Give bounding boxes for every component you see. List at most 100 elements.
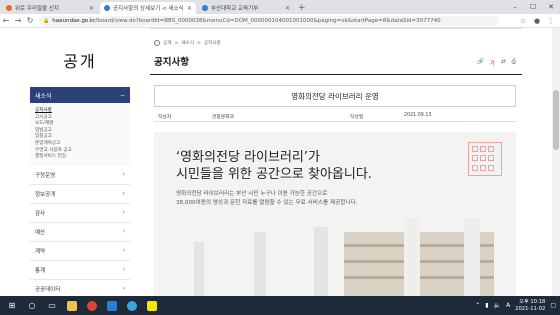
sidebar-item-label: 공공데이터 [35, 286, 61, 293]
sub-item-sale[interactable]: 분양계획공고 [35, 141, 130, 148]
task-view-icon[interactable]: ▭ [44, 299, 60, 313]
link-icon[interactable]: 🔗 [477, 59, 484, 67]
breadcrumb-item[interactable]: 새소식 [181, 40, 194, 46]
background-pillar [194, 242, 204, 296]
browser-tab-1[interactable]: 위로 우리말을 선지 ✕ [2, 2, 98, 14]
sidebar-item-label: 예산 [35, 229, 46, 236]
breadcrumb-item[interactable]: 공지사항 [204, 40, 221, 46]
window-controls: – ☐ ✕ [506, 0, 560, 14]
tab-close-icon[interactable]: ✕ [285, 5, 290, 12]
post-image: ‘영화의전당 라이브러리’가 시민들을 위한 공간으로 찾아옵니다. 영화의전당… [154, 132, 516, 296]
sidebar-item-label: 계약 [35, 248, 46, 255]
browser-tab-2[interactable]: 공지사항의 상세보기 < 새소식 ✕ [100, 2, 196, 14]
star-icon[interactable]: ☆ [518, 17, 528, 25]
page-scrollbar[interactable] [552, 28, 560, 296]
clock-time: 10:18 [530, 299, 546, 305]
breadcrumb-item[interactable]: 공개 [163, 40, 171, 46]
scrollbar-thumb[interactable] [553, 90, 559, 150]
sidebar-item-public-data[interactable]: 공공데이터 › [30, 280, 130, 296]
main-content: 공개 > 새소식 > 공지사항 공지사항 🔗 가 ⇄ ⎙ 영화의전당 라이브러리… [150, 28, 522, 296]
lock-icon: 🔒 [43, 17, 50, 24]
sub-item-charter[interactable]: 행정서비스 헌장 [35, 154, 130, 161]
sidebar-item-audit[interactable]: 감사 › [30, 204, 130, 223]
background-pillar [314, 227, 328, 296]
tab-favicon-icon [104, 5, 110, 11]
poster-headline: ‘영화의전당 라이브러리’가 시민들을 위한 공간으로 찾아옵니다. [176, 149, 372, 183]
sidebar-item-administration[interactable]: 구정운영 › [30, 166, 130, 185]
headline-line: ‘영화의전당 라이브러리’가 [176, 150, 320, 165]
kakaotalk-icon[interactable] [144, 299, 160, 313]
sidebar-sub-menu: 공지사항 고시공고 보도/해명 입법공고 입찰공고 분양계획공고 무연고 사망자… [30, 103, 130, 166]
sidebar-item-budget[interactable]: 예산 › [30, 223, 130, 242]
sub-item-notice[interactable]: 공지사항 [35, 108, 130, 115]
tab-favicon-icon [202, 5, 208, 11]
sidebar-item-statistics[interactable]: 통계 › [30, 261, 130, 280]
chevron-right-icon: › [122, 228, 125, 236]
font-size-button[interactable]: 가 [490, 59, 495, 67]
back-arrow-icon[interactable]: ← [0, 16, 12, 25]
sidebar-item-contract[interactable]: 계약 › [30, 242, 130, 261]
clock-date: 2021-11-02 [515, 305, 546, 312]
profile-icon[interactable]: ● [532, 17, 542, 25]
edge-icon[interactable] [124, 299, 140, 313]
forward-arrow-icon[interactable]: → [12, 16, 24, 25]
chevron-right-icon: › [122, 171, 125, 179]
clock[interactable]: 오후 10:18 2021-11-02 [515, 299, 545, 312]
network-icon[interactable]: ▮ [485, 302, 488, 309]
sidebar-item-label: 정보공개 [35, 191, 56, 198]
language-indicator[interactable]: A [506, 302, 510, 309]
tab-title: 공지사항의 상세보기 < 새소식 [113, 6, 184, 12]
sub-item-bidding[interactable]: 입찰공고 [35, 134, 130, 141]
menu-dots-icon[interactable]: ⋮ [546, 17, 556, 25]
explorer-icon[interactable] [64, 299, 80, 313]
web-page: 공개 새소식 − 공지사항 고시공고 보도/해명 입법공고 입찰공고 분양계획공… [0, 28, 560, 296]
chevron-right-icon: › [122, 209, 125, 217]
minus-icon: − [119, 91, 125, 99]
divider [150, 74, 522, 75]
post-title: 영화의전당 라이브러리 운영 [154, 85, 516, 107]
tray-chevron-icon[interactable]: ⌃ [475, 302, 480, 309]
sidebar-section-news[interactable]: 새소식 − [30, 87, 130, 103]
description-line: 영화의전당 라이브러리는 부산 시민 누구나 이용 가능한 공간으로 [176, 191, 328, 197]
chevron-right-icon: › [122, 285, 125, 293]
sidebar-item-disclosure[interactable]: 정보공개 › [30, 185, 130, 204]
chevron-right-icon: › [122, 190, 125, 198]
description-line: 38,000여종의 영상과 문헌 자료를 열람할 수 있는 무료 서비스를 제공… [176, 200, 358, 206]
left-sidebar: 공개 새소식 − 공지사항 고시공고 보도/해명 입법공고 입찰공고 분양계획공… [30, 28, 130, 296]
sub-item-press[interactable]: 보도/해명 [35, 121, 130, 128]
browser-tab-strip: 위로 우리말을 선지 ✕ 공지사항의 상세보기 < 새소식 ✕ 부산대학교 교육… [0, 0, 560, 14]
sidebar-title: 공개 [63, 52, 97, 71]
url-path: /board/view.do?boardId=BBS_0000038&menuC… [95, 17, 441, 24]
volume-icon[interactable]: 🔈 [494, 302, 501, 309]
new-tab-button[interactable]: + [298, 2, 306, 14]
minimize-icon[interactable]: – [506, 0, 524, 14]
sidebar-section-label: 새소식 [35, 92, 52, 100]
chrome-icon[interactable] [84, 299, 100, 313]
print-icon[interactable]: ⎙ [512, 59, 516, 67]
address-toolbar: ← → ↻ 🔒 haeundae.go.kr/board/view.do?boa… [0, 14, 560, 28]
tab-title: 위로 우리말을 선지 [15, 6, 59, 12]
background-pillar [404, 218, 420, 296]
library-logo-icon [468, 142, 502, 176]
home-icon[interactable] [154, 40, 160, 46]
hwp-icon[interactable] [104, 299, 120, 313]
share-icon[interactable]: ⇄ [501, 59, 506, 67]
windows-start-icon[interactable]: ⊞ [4, 299, 20, 313]
page-tools: 🔗 가 ⇄ ⎙ [477, 59, 516, 67]
notification-icon[interactable]: ▢ [550, 302, 556, 309]
close-window-icon[interactable]: ✕ [542, 0, 560, 14]
maximize-icon[interactable]: ☐ [524, 0, 542, 14]
tab-close-icon[interactable]: ✕ [89, 5, 94, 12]
clock-ampm: 오후 [519, 299, 529, 305]
tab-close-icon[interactable]: ✕ [187, 5, 192, 12]
background-pillar [464, 218, 480, 296]
search-icon[interactable]: ○ [24, 299, 40, 313]
chevron-right-icon: › [122, 266, 125, 274]
poster-description: 영화의전당 라이브러리는 부산 시민 누구나 이용 가능한 공간으로 38,00… [176, 190, 357, 208]
browser-tab-3[interactable]: 부산대학교 교육기부 ✕ [198, 2, 294, 14]
reload-icon[interactable]: ↻ [24, 16, 36, 25]
url-host: haeundae.go.kr [52, 17, 96, 24]
url-input[interactable]: 🔒 haeundae.go.kr/board/view.do?boardId=B… [39, 15, 499, 26]
breadcrumb-separator: > [174, 40, 179, 46]
sidebar-item-label: 통계 [35, 267, 46, 274]
